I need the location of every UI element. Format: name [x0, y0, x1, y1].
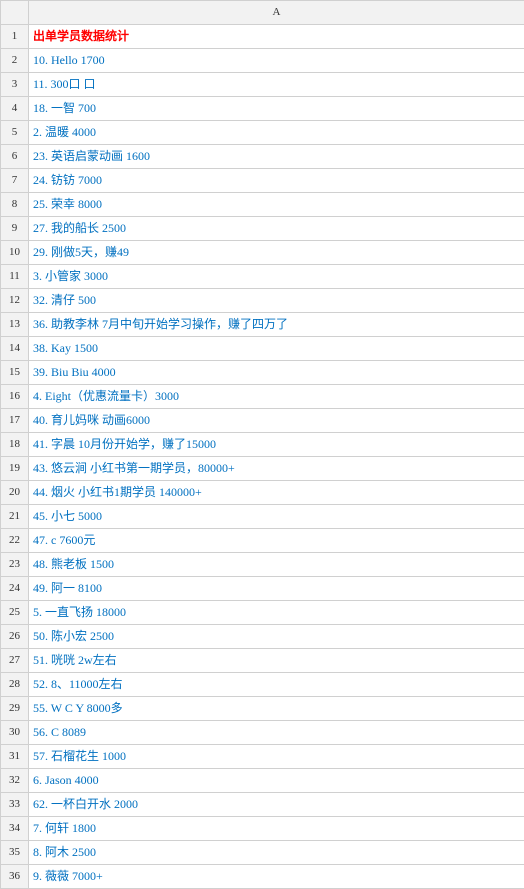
data-row[interactable]: 25. 荣幸 8000 [29, 193, 524, 217]
row-number: 5 [1, 121, 29, 145]
corner-cell [1, 1, 29, 25]
row-number: 20 [1, 481, 29, 505]
data-row[interactable]: 44. 烟火 小红书1期学员 140000+ [29, 481, 524, 505]
row-number: 4 [1, 97, 29, 121]
row-number: 29 [1, 697, 29, 721]
data-row[interactable]: 40. 育儿妈咪 动画6000 [29, 409, 524, 433]
row-number: 12 [1, 289, 29, 313]
row-number: 34 [1, 817, 29, 841]
row-number: 22 [1, 529, 29, 553]
data-row[interactable]: 10. Hello 1700 [29, 49, 524, 73]
data-row[interactable]: 55. W C Y 8000多 [29, 697, 524, 721]
data-row[interactable]: 8. 阿木 2500 [29, 841, 524, 865]
data-row[interactable]: 43. 悠云涧 小红书第一期学员，80000+ [29, 457, 524, 481]
row-number: 13 [1, 313, 29, 337]
data-row[interactable]: 6. Jason 4000 [29, 769, 524, 793]
data-row[interactable]: 23. 英语启蒙动画 1600 [29, 145, 524, 169]
row-number: 17 [1, 409, 29, 433]
row-number: 28 [1, 673, 29, 697]
data-row[interactable]: 49. 阿一 8100 [29, 577, 524, 601]
row-number: 35 [1, 841, 29, 865]
header-row[interactable]: 出单学员数据统计 [29, 25, 524, 49]
row-number: 25 [1, 601, 29, 625]
row-number: 23 [1, 553, 29, 577]
data-row[interactable]: 50. 陈小宏 2500 [29, 625, 524, 649]
data-row[interactable]: 56. C 8089 [29, 721, 524, 745]
row-number: 21 [1, 505, 29, 529]
row-number: 30 [1, 721, 29, 745]
row-number: 24 [1, 577, 29, 601]
data-row[interactable]: 9. 薇薇 7000+ [29, 865, 524, 889]
data-row[interactable]: 27. 我的船长 2500 [29, 217, 524, 241]
data-row[interactable]: 29. 刚做5天，赚49 [29, 241, 524, 265]
row-number: 10 [1, 241, 29, 265]
data-row[interactable]: 62. 一杯白开水 2000 [29, 793, 524, 817]
column-header-a[interactable]: A [29, 1, 524, 25]
data-row[interactable]: 3. 小管家 3000 [29, 265, 524, 289]
row-number: 1 [1, 25, 29, 49]
data-row[interactable]: 39. Biu Biu 4000 [29, 361, 524, 385]
data-row[interactable]: 5. 一直飞扬 18000 [29, 601, 524, 625]
row-number: 9 [1, 217, 29, 241]
row-number: 2 [1, 49, 29, 73]
row-number: 18 [1, 433, 29, 457]
data-row[interactable]: 36. 助教李林 7月中旬开始学习操作，赚了四万了 [29, 313, 524, 337]
data-row[interactable]: 41. 字晨 10月份开始学，赚了15000 [29, 433, 524, 457]
row-number: 36 [1, 865, 29, 889]
data-row[interactable]: 57. 石榴花生 1000 [29, 745, 524, 769]
row-number: 14 [1, 337, 29, 361]
row-number: 16 [1, 385, 29, 409]
row-number: 19 [1, 457, 29, 481]
row-number: 15 [1, 361, 29, 385]
data-row[interactable]: 48. 熊老板 1500 [29, 553, 524, 577]
row-number: 26 [1, 625, 29, 649]
data-row[interactable]: 52. 8、11000左右 [29, 673, 524, 697]
data-row[interactable]: 2. 温暖 4000 [29, 121, 524, 145]
row-number: 31 [1, 745, 29, 769]
data-row[interactable]: 24. 钫钫 7000 [29, 169, 524, 193]
data-row[interactable]: 32. 清仔 500 [29, 289, 524, 313]
row-number: 7 [1, 169, 29, 193]
spreadsheet: A 1出单学员数据统计210. Hello 1700311. 300口 口418… [0, 0, 524, 889]
data-row[interactable]: 18. 一智 700 [29, 97, 524, 121]
row-number: 6 [1, 145, 29, 169]
data-row[interactable]: 47. c 7600元 [29, 529, 524, 553]
data-row[interactable]: 4. Eight（优惠流量卡）3000 [29, 385, 524, 409]
row-number: 32 [1, 769, 29, 793]
row-number: 27 [1, 649, 29, 673]
row-number: 8 [1, 193, 29, 217]
data-row[interactable]: 38. Kay 1500 [29, 337, 524, 361]
data-row[interactable]: 7. 何轩 1800 [29, 817, 524, 841]
row-number: 11 [1, 265, 29, 289]
data-row[interactable]: 11. 300口 口 [29, 73, 524, 97]
data-row[interactable]: 51. 咣咣 2w左右 [29, 649, 524, 673]
row-number: 3 [1, 73, 29, 97]
row-number: 33 [1, 793, 29, 817]
data-row[interactable]: 45. 小七 5000 [29, 505, 524, 529]
